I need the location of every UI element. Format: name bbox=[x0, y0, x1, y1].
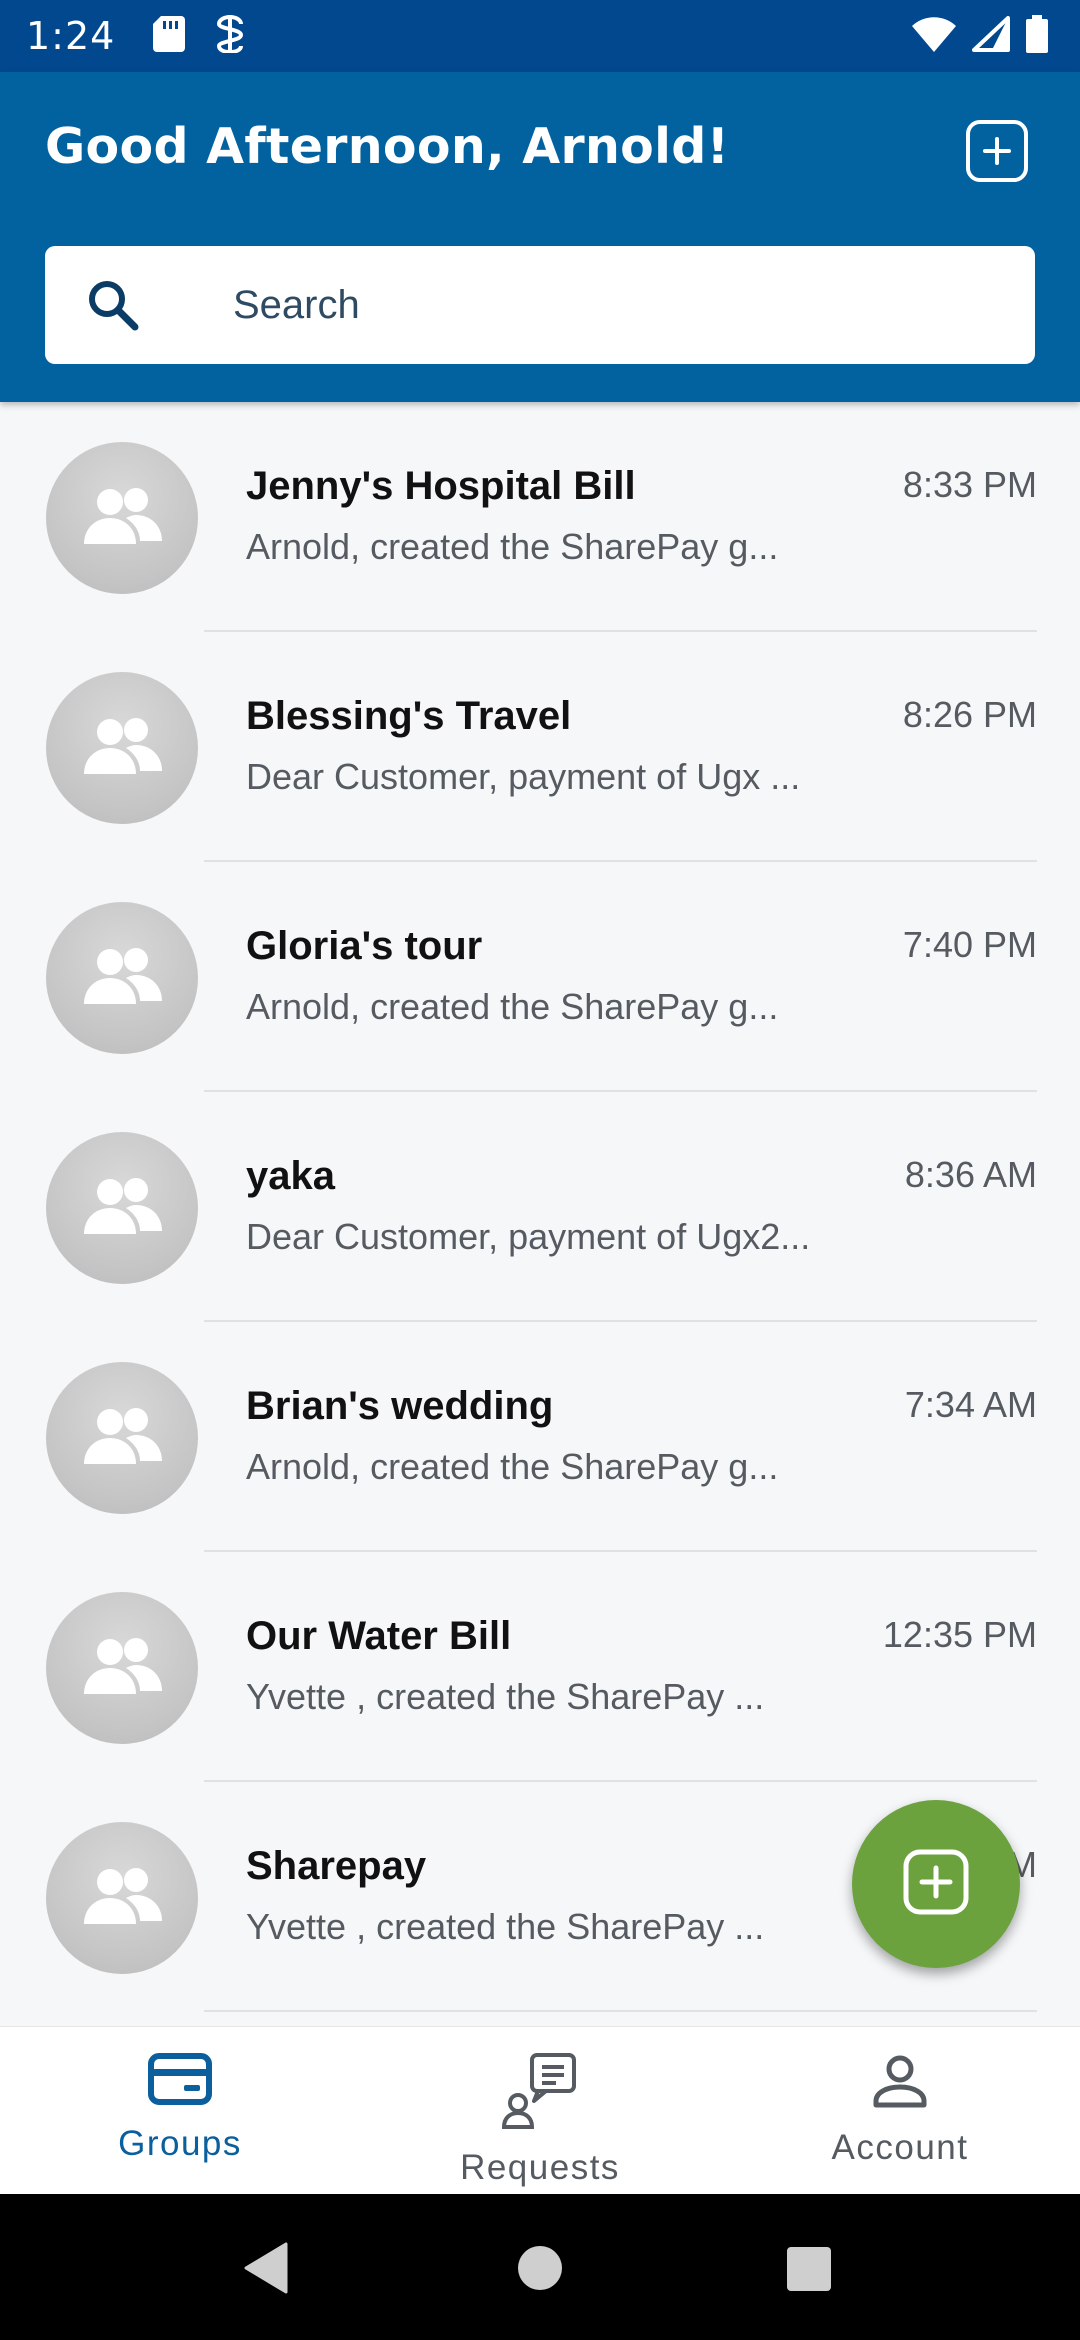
tab-account-label: Account bbox=[831, 2128, 969, 2167]
list-item[interactable]: Blessing's Travel Dear Customer, payment… bbox=[0, 632, 1080, 862]
group-preview: Dear Customer, payment of Ugx2... bbox=[246, 1216, 811, 1257]
card-icon bbox=[148, 2053, 212, 2110]
greeting-title: Good Afternoon, Arnold! bbox=[45, 118, 730, 175]
group-icon bbox=[80, 1174, 164, 1243]
battery-icon bbox=[1026, 14, 1048, 58]
header: Good Afternoon, Arnold! bbox=[0, 72, 1080, 402]
list-item[interactable]: Jenny's Hospital Bill Arnold, created th… bbox=[0, 402, 1080, 632]
list-item[interactable]: yaka Dear Customer, payment of Ugx2... 8… bbox=[0, 1092, 1080, 1322]
bottom-nav: Groups Requests Account bbox=[0, 2026, 1080, 2194]
group-avatar bbox=[46, 1362, 198, 1514]
person-icon bbox=[872, 2053, 928, 2114]
add-square-icon bbox=[902, 1848, 970, 1921]
add-square-icon[interactable] bbox=[966, 120, 1028, 182]
tab-requests-label: Requests bbox=[460, 2148, 620, 2187]
group-avatar bbox=[46, 1592, 198, 1744]
group-icon bbox=[80, 1634, 164, 1703]
sim-icon bbox=[215, 14, 245, 58]
tab-groups-label: Groups bbox=[118, 2124, 242, 2163]
wifi-icon bbox=[912, 16, 956, 57]
search-input[interactable] bbox=[233, 282, 1033, 328]
search-icon bbox=[85, 277, 185, 333]
group-icon bbox=[80, 1404, 164, 1473]
tab-account[interactable]: Account bbox=[720, 2027, 1080, 2194]
tab-requests[interactable]: Requests bbox=[360, 2027, 720, 2194]
group-title: Jenny's Hospital Bill bbox=[246, 464, 636, 508]
group-avatar bbox=[46, 442, 198, 594]
system-nav-bar bbox=[0, 2194, 1080, 2340]
tab-groups[interactable]: Groups bbox=[0, 2027, 360, 2194]
recents-icon[interactable] bbox=[786, 2246, 832, 2292]
group-time: 8:33 PM bbox=[902, 464, 1037, 505]
group-time: 7:34 AM bbox=[904, 1384, 1037, 1425]
group-avatar bbox=[46, 1822, 198, 1974]
group-title: Blessing's Travel bbox=[246, 694, 572, 738]
status-time: 1:24 bbox=[26, 14, 116, 58]
group-avatar bbox=[46, 672, 198, 824]
group-icon bbox=[80, 944, 164, 1013]
requests-icon bbox=[501, 2053, 578, 2134]
group-avatar bbox=[46, 902, 198, 1054]
divider bbox=[204, 2010, 1037, 2012]
group-icon bbox=[80, 1864, 164, 1933]
group-title: yaka bbox=[246, 1154, 335, 1198]
group-time: 7:40 PM bbox=[902, 924, 1037, 965]
list-item[interactable]: Our Water Bill Yvette , created the Shar… bbox=[0, 1552, 1080, 1782]
search-box[interactable] bbox=[45, 246, 1035, 364]
back-icon[interactable] bbox=[242, 2242, 290, 2294]
home-icon[interactable] bbox=[516, 2244, 564, 2292]
group-title: Our Water Bill bbox=[246, 1614, 512, 1658]
group-preview: Yvette , created the SharePay ... bbox=[246, 1676, 765, 1717]
sd-card-icon bbox=[153, 15, 186, 57]
group-preview: Dear Customer, payment of Ugx ... bbox=[246, 756, 801, 797]
group-icon bbox=[80, 714, 164, 783]
create-group-fab[interactable] bbox=[852, 1800, 1020, 1968]
group-preview: Arnold, created the SharePay g... bbox=[246, 526, 779, 567]
group-title: Gloria's tour bbox=[246, 924, 483, 968]
group-time: 8:26 PM bbox=[902, 694, 1037, 735]
group-icon bbox=[80, 484, 164, 553]
list-item[interactable]: Gloria's tour Arnold, created the ShareP… bbox=[0, 862, 1080, 1092]
group-preview: Arnold, created the SharePay g... bbox=[246, 986, 779, 1027]
group-title: Sharepay bbox=[246, 1844, 427, 1888]
group-title: Brian's wedding bbox=[246, 1384, 554, 1428]
group-avatar bbox=[46, 1132, 198, 1284]
group-list: Jenny's Hospital Bill Arnold, created th… bbox=[0, 402, 1080, 2012]
list-item[interactable]: Brian's wedding Arnold, created the Shar… bbox=[0, 1322, 1080, 1552]
group-preview: Yvette , created the SharePay ... bbox=[246, 1906, 765, 1947]
group-time: 12:35 PM bbox=[882, 1614, 1037, 1655]
group-preview: Arnold, created the SharePay g... bbox=[246, 1446, 779, 1487]
status-bar: 1:24 bbox=[0, 0, 1080, 72]
signal-icon bbox=[972, 15, 1010, 57]
group-time: 8:36 AM bbox=[904, 1154, 1037, 1195]
